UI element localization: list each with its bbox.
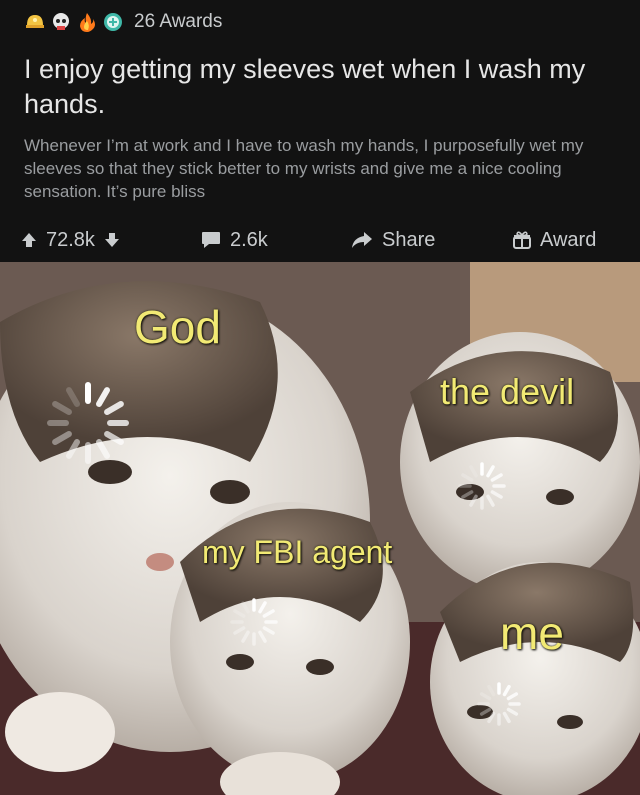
awards-row[interactable]: 26 Awards xyxy=(24,10,222,34)
award-button[interactable]: Award xyxy=(512,222,596,258)
upvote-count: 72.8k xyxy=(46,228,95,251)
share-label: Share xyxy=(382,228,436,251)
caption-fbi-agent: my FBI agent xyxy=(202,534,393,570)
comment-count: 2.6k xyxy=(230,228,268,251)
caption-devil: the devil xyxy=(440,371,575,412)
upvote-icon[interactable] xyxy=(20,231,38,249)
cats-illustration xyxy=(0,262,640,795)
share-button[interactable]: Share xyxy=(350,222,435,258)
post-body: Whenever I’m at work and I have to wash … xyxy=(24,136,584,201)
vote-group: 72.8k xyxy=(20,222,121,258)
meme-image: God the devil my FBI agent me xyxy=(0,262,640,795)
skull-award-icon xyxy=(50,11,72,33)
loading-spinner-icon xyxy=(458,462,506,510)
shield-award-icon xyxy=(102,11,124,33)
caption-me: me xyxy=(500,607,564,659)
helmet-award-icon xyxy=(24,11,46,33)
caption-god: God xyxy=(134,301,221,353)
reddit-post: 26 Awards I enjoy getting my sleeves wet… xyxy=(0,0,640,262)
awards-count: 26 Awards xyxy=(134,11,223,32)
loading-spinner-icon xyxy=(477,682,521,726)
award-label: Award xyxy=(540,228,597,251)
comments-button[interactable]: 2.6k xyxy=(200,222,268,258)
post-title[interactable]: I enjoy getting my sleeves wet when I wa… xyxy=(24,52,614,122)
share-icon xyxy=(350,230,374,250)
comment-icon xyxy=(200,230,222,250)
gift-icon xyxy=(512,230,532,250)
fire-award-icon xyxy=(76,11,98,33)
downvote-icon[interactable] xyxy=(103,231,121,249)
action-bar: 72.8k 2.6k Share Award xyxy=(0,222,640,258)
loading-spinner-icon xyxy=(230,598,278,646)
loading-spinner-icon xyxy=(47,382,129,464)
